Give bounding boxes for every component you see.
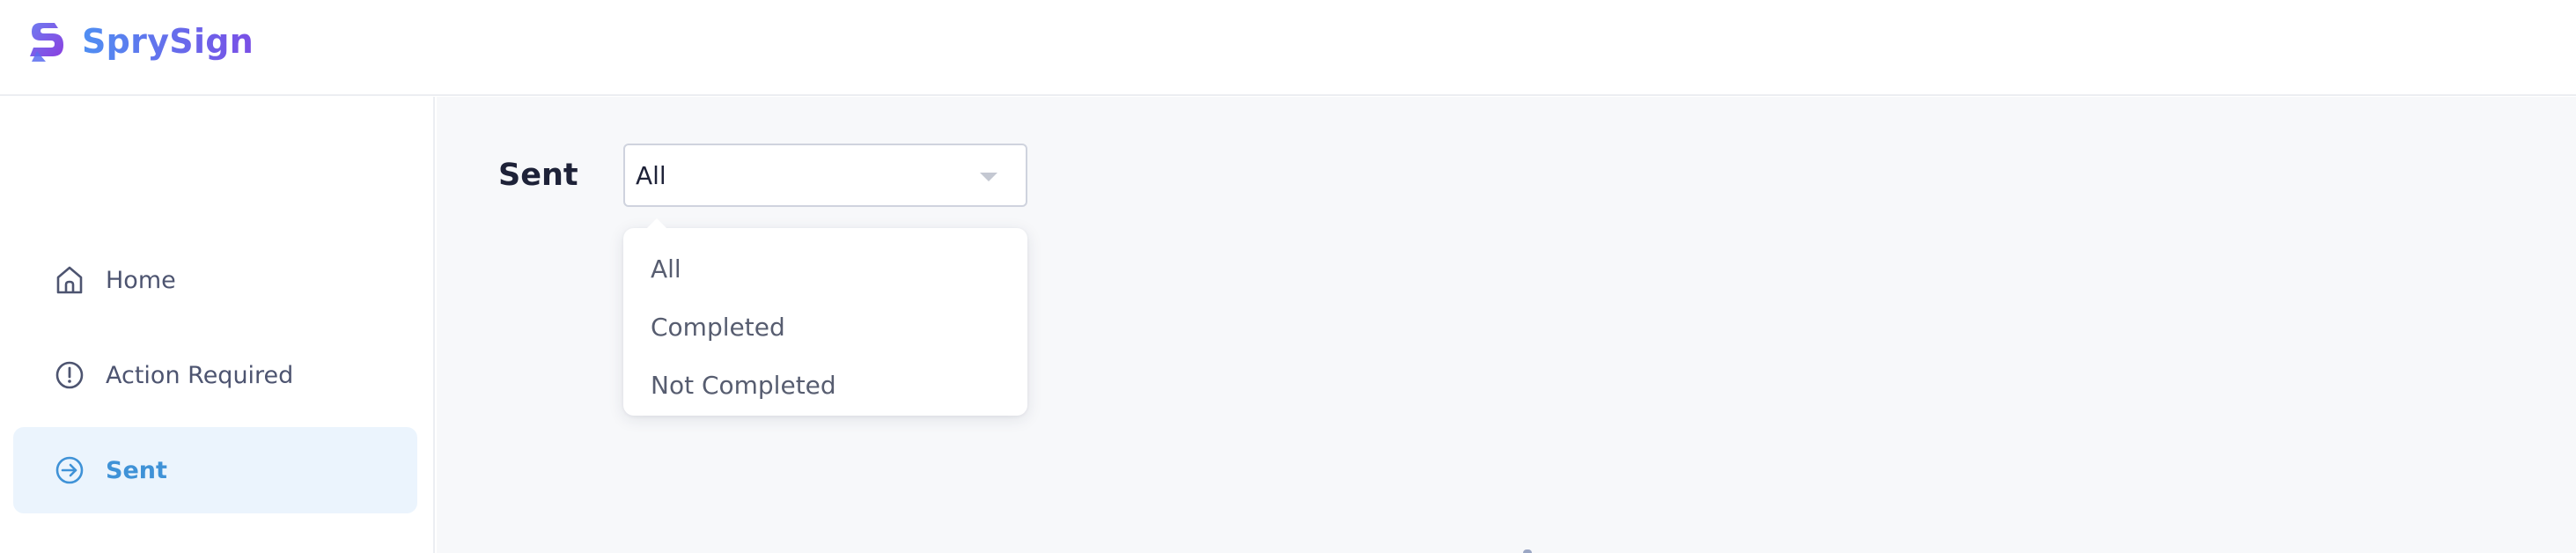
sidebar: Home Action Required Sent — [0, 97, 435, 553]
dropdown-option-not-completed[interactable]: Not Completed — [623, 357, 1027, 415]
alert-circle-icon — [53, 358, 86, 392]
dropdown-option-completed[interactable]: Completed — [623, 299, 1027, 357]
status-filter-value: All — [636, 160, 666, 190]
app-header: SprySign — [0, 0, 2576, 96]
dropdown-pointer — [646, 218, 667, 229]
s-logo-icon[interactable] — [28, 21, 67, 63]
sidebar-item-label: Sent — [106, 456, 167, 484]
sent-arrow-icon — [53, 453, 86, 487]
home-icon — [53, 263, 86, 297]
sidebar-item-home[interactable]: Home — [13, 237, 417, 323]
dropdown-option-all[interactable]: All — [623, 240, 1027, 299]
status-filter-select[interactable]: All — [623, 144, 1027, 207]
loading-indicator — [1523, 549, 1532, 553]
sidebar-item-label: Action Required — [106, 361, 294, 389]
page-title: Sent — [498, 158, 578, 193]
sidebar-item-action-required[interactable]: Action Required — [13, 332, 417, 418]
chevron-down-icon[interactable] — [980, 173, 997, 181]
status-filter-dropdown: All Completed Not Completed — [623, 218, 1027, 416]
sidebar-item-sent[interactable]: Sent — [13, 427, 417, 513]
sidebar-item-label: Home — [106, 266, 176, 294]
app-name[interactable]: SprySign — [82, 19, 254, 63]
